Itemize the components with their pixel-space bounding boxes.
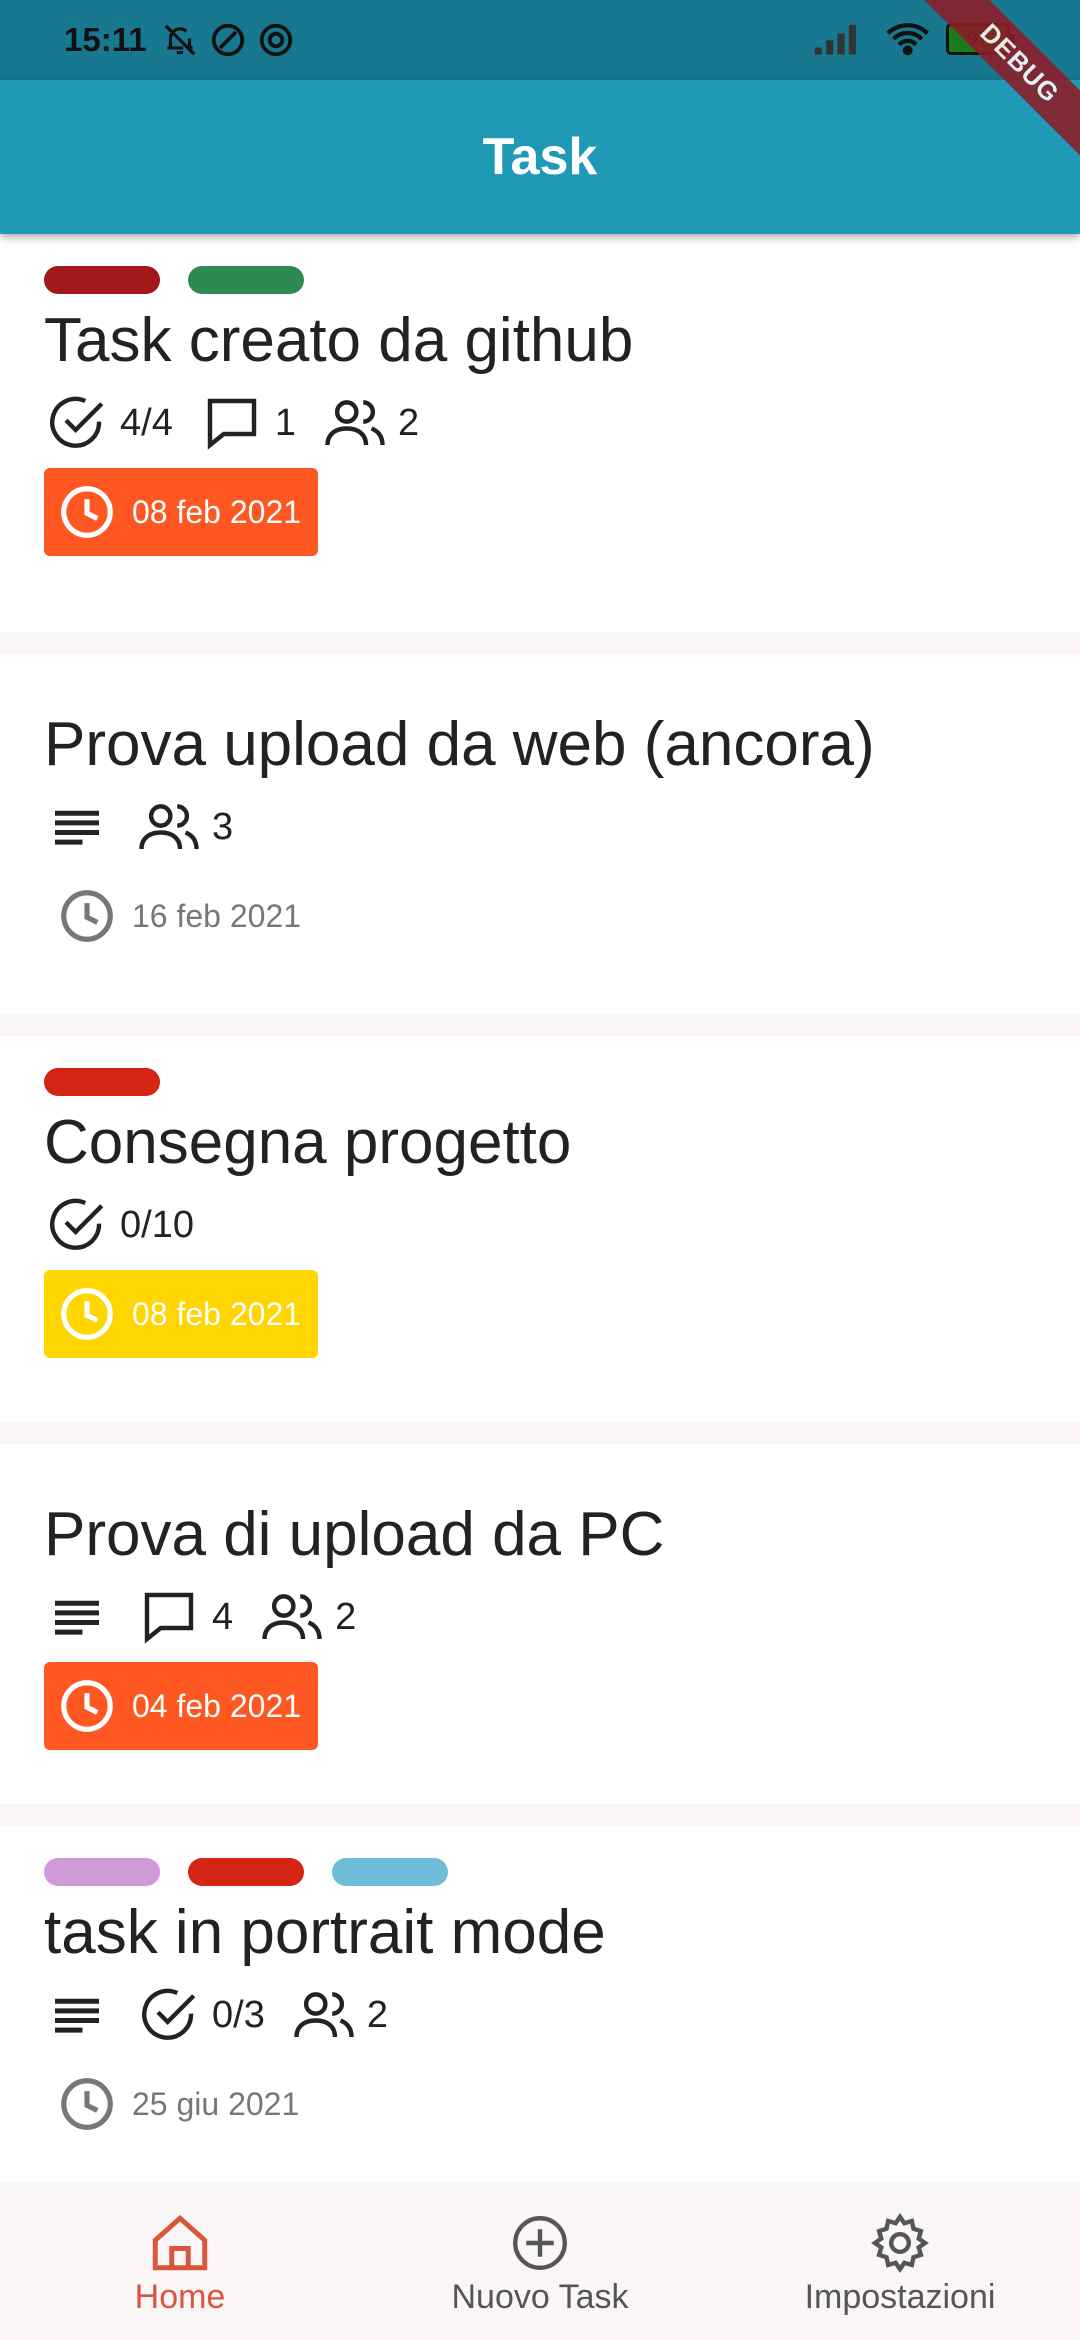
clock-icon xyxy=(61,1680,113,1733)
member-count: 2 xyxy=(259,1584,356,1650)
check-circle-icon xyxy=(50,397,104,449)
due-date-chip: 25 giu 2021 xyxy=(44,2060,318,2148)
label-pill xyxy=(188,1858,304,1886)
home-icon xyxy=(152,2214,208,2271)
clock-icon xyxy=(61,890,113,943)
task-labels xyxy=(44,1036,1036,1098)
clock-icon xyxy=(61,486,113,539)
task-title: Prova di upload da PC xyxy=(44,1500,665,1569)
status-bar: 15:11 97 xyxy=(0,0,1080,80)
task-title: Task creato da github xyxy=(44,306,634,375)
status-time: 15:11 xyxy=(64,21,147,58)
member-count: 2 xyxy=(291,1982,388,2048)
people-icon xyxy=(262,1594,322,1640)
comment-count: 1 xyxy=(199,390,296,456)
description-icon xyxy=(55,1601,99,1635)
task-title: Consegna progetto xyxy=(44,1108,572,1177)
task-card[interactable]: Prova upload da web (ancora) 3 16 feb 20… xyxy=(0,654,1080,1014)
checklist-count: 4/4 xyxy=(44,390,173,456)
member-count: 2 xyxy=(322,390,419,456)
clock-icon xyxy=(61,2078,113,2131)
task-title: Prova upload da web (ancora) xyxy=(44,710,875,779)
task-labels xyxy=(44,234,1036,296)
checklist-count: 0/10 xyxy=(44,1192,194,1258)
description-indicator xyxy=(44,1584,110,1650)
app-bar: Task xyxy=(0,80,1080,234)
task-card[interactable]: task in portrait mode 0/3 2 25 giu 2021 xyxy=(0,1826,1080,2206)
wifi-icon xyxy=(886,23,929,56)
task-labels xyxy=(44,1826,1036,1888)
blocked-icon xyxy=(259,23,292,57)
task-card[interactable]: Consegna progetto 0/10 08 feb 2021 xyxy=(0,1036,1080,1422)
label-pill xyxy=(44,1068,160,1096)
clock-icon xyxy=(61,1288,113,1341)
label-pill xyxy=(44,1858,160,1886)
bottom-navigation: Home Nuovo Task Impostazioni xyxy=(0,2182,1080,2340)
check-circle-icon xyxy=(50,1199,104,1251)
check-circle-icon xyxy=(142,1989,196,2041)
data-saver-icon xyxy=(211,23,244,57)
description-indicator xyxy=(44,1982,110,2048)
description-icon xyxy=(55,1999,99,2033)
description-indicator xyxy=(44,794,110,860)
description-icon xyxy=(55,811,99,845)
comment-icon xyxy=(207,399,257,450)
people-icon xyxy=(294,1992,354,2038)
comment-count: 4 xyxy=(136,1584,233,1650)
task-card[interactable]: Prova di upload da PC 4 2 04 feb 2021 xyxy=(0,1444,1080,1804)
nav-settings[interactable]: Impostazioni xyxy=(750,2210,1050,2317)
task-list[interactable]: Task creato da github 4/4 1 2 08 feb 202… xyxy=(0,234,1080,2228)
task-title: task in portrait mode xyxy=(44,1898,606,1967)
gear-icon xyxy=(871,2213,929,2273)
due-date-chip: 16 feb 2021 xyxy=(44,872,318,960)
label-pill xyxy=(332,1858,448,1886)
label-pill xyxy=(188,266,304,294)
checklist-count: 0/3 xyxy=(136,1982,265,2048)
label-pill xyxy=(44,266,160,294)
signal-icon xyxy=(814,24,856,55)
add-circle-icon xyxy=(513,2216,567,2270)
nav-home[interactable]: Home xyxy=(30,2210,330,2317)
people-icon xyxy=(139,804,199,850)
notifications-off-icon xyxy=(164,24,195,56)
due-date-chip: 08 feb 2021 xyxy=(44,468,318,557)
due-date-chip: 04 feb 2021 xyxy=(44,1662,318,1751)
member-count: 3 xyxy=(136,794,233,860)
comment-icon xyxy=(144,1593,194,1644)
task-card[interactable]: Task creato da github 4/4 1 2 08 feb 202… xyxy=(0,234,1080,632)
people-icon xyxy=(325,400,385,446)
page-title: Task xyxy=(482,128,598,186)
nav-new-task[interactable]: Nuovo Task xyxy=(390,2210,690,2317)
due-date-chip: 08 feb 2021 xyxy=(44,1270,318,1359)
